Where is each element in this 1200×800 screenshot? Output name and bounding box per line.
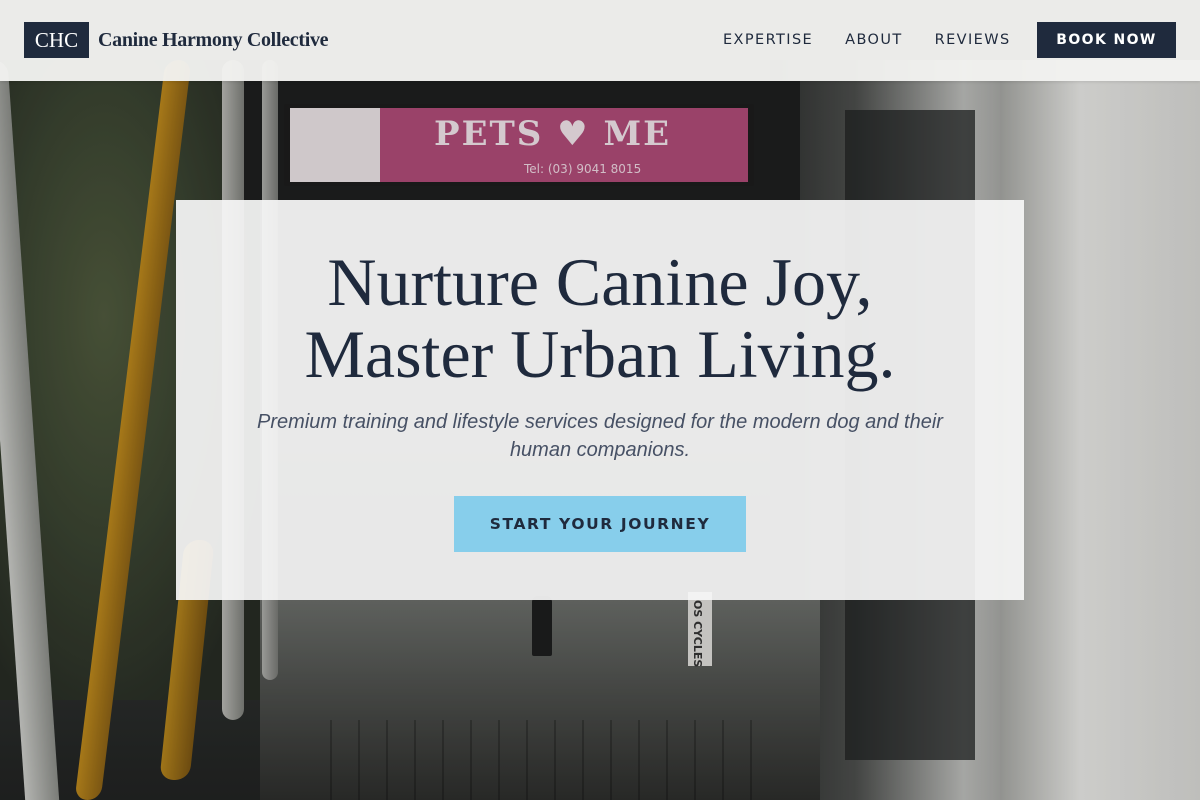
- brand-logo[interactable]: CHC Canine Harmony Collective: [24, 22, 329, 58]
- brand-mark: CHC: [24, 22, 89, 58]
- hero-subtitle: Premium training and lifestyle services …: [257, 411, 943, 461]
- hero-title-line-2: Master Urban Living.: [304, 316, 896, 392]
- main-nav: EXPERTISE ABOUT REVIEWS: [706, 22, 1043, 58]
- nav-link-reviews[interactable]: REVIEWS: [935, 32, 1011, 48]
- nav-link-expertise[interactable]: EXPERTISE: [723, 32, 813, 48]
- brand-name: Canine Harmony Collective: [98, 28, 329, 51]
- nav-link-about[interactable]: ABOUT: [845, 32, 903, 48]
- book-now-button[interactable]: BOOK NOW: [1037, 22, 1176, 58]
- site-header: CHC Canine Harmony Collective EXPERTISE …: [0, 0, 1200, 81]
- hero-card: Nurture Canine Joy, Master Urban Living.…: [176, 200, 1024, 600]
- start-journey-button[interactable]: START YOUR JOURNEY: [454, 496, 746, 552]
- hero-title-line-1: Nurture Canine Joy,: [327, 244, 873, 320]
- hero-title: Nurture Canine Joy, Master Urban Living.: [176, 246, 1024, 390]
